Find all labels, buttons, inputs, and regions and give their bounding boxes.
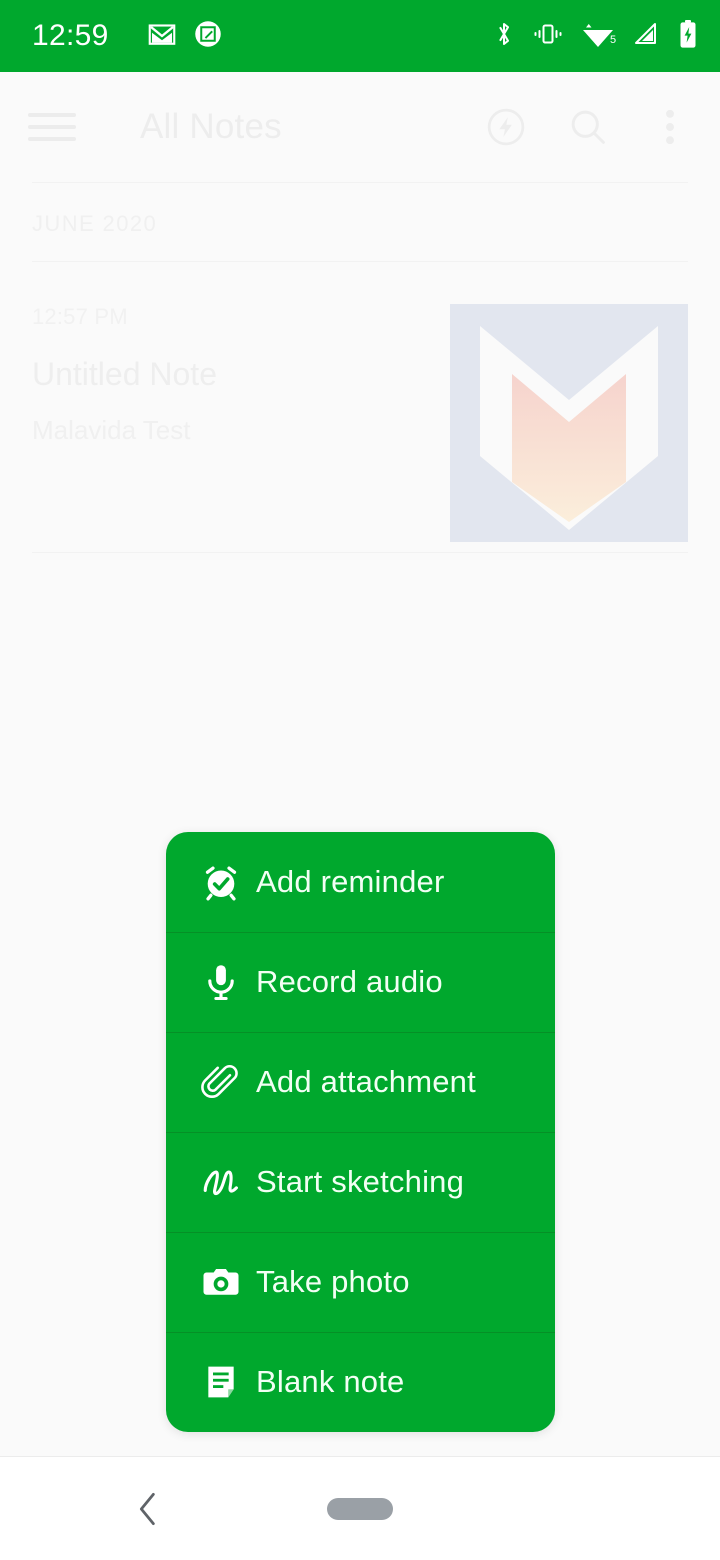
note-text-block: 12:57 PM Untitled Note Malavida Test [32, 304, 430, 552]
quick-note-icon[interactable] [482, 103, 530, 151]
bluetooth-icon [492, 20, 516, 53]
menu-item-record-audio[interactable]: Record audio [166, 932, 555, 1032]
system-navigation-bar [0, 1456, 720, 1560]
menu-item-label: Add reminder [256, 864, 445, 899]
list-item[interactable]: 12:57 PM Untitled Note Malavida Test [0, 262, 720, 552]
home-gesture-pill[interactable] [327, 1497, 393, 1520]
menu-item-add-attachment[interactable]: Add attachment [166, 1032, 555, 1132]
svg-text:5: 5 [610, 34, 616, 46]
hamburger-line [28, 137, 76, 141]
page-title: All Notes [140, 107, 282, 146]
app-bar-actions [482, 103, 694, 151]
note-title: Untitled Note [32, 356, 217, 392]
wifi-icon: 5 [580, 22, 616, 50]
menu-item-label: Blank note [256, 1364, 405, 1399]
overflow-menu-icon[interactable] [646, 103, 694, 151]
menu-item-add-reminder[interactable]: Add reminder [166, 832, 555, 932]
create-note-action-menu: Add reminder Record audio Add attachment [166, 832, 555, 1432]
hamburger-menu-icon[interactable] [28, 107, 82, 147]
note-snippet: Malavida Test [32, 415, 191, 445]
note-icon [188, 1362, 254, 1402]
status-bar-left: 12:59 [32, 19, 223, 54]
menu-item-label: Record audio [256, 964, 443, 999]
vibrate-icon [533, 21, 563, 52]
squiggle-icon [188, 1160, 254, 1204]
menu-item-label: Add attachment [256, 1064, 476, 1099]
hamburger-line [28, 113, 76, 117]
signal-icon [633, 21, 661, 52]
status-bar-clock: 12:59 [32, 19, 109, 52]
gmail-icon [147, 19, 177, 54]
menu-item-take-photo[interactable]: Take photo [166, 1232, 555, 1332]
app-bar: All Notes [0, 72, 720, 182]
screenshot-edit-icon [193, 19, 223, 54]
status-bar-right: 5 [492, 19, 698, 54]
hamburger-line [28, 125, 76, 129]
status-bar: 12:59 5 [0, 0, 720, 72]
menu-item-label: Start sketching [256, 1164, 465, 1199]
menu-item-label: Take photo [256, 1264, 410, 1299]
microphone-icon [188, 961, 254, 1003]
item-divider [32, 552, 688, 553]
alarm-check-icon [188, 861, 254, 903]
menu-item-blank-note[interactable]: Blank note [166, 1332, 555, 1432]
paperclip-icon [188, 1061, 254, 1103]
battery-charging-icon [678, 19, 698, 54]
note-thumbnail [450, 304, 688, 542]
menu-item-start-sketching[interactable]: Start sketching [166, 1132, 555, 1232]
camera-icon [188, 1261, 254, 1303]
note-timestamp: 12:57 PM [32, 304, 128, 329]
back-button[interactable] [120, 1481, 176, 1537]
search-icon[interactable] [564, 103, 612, 151]
month-section-header: JUNE 2020 [32, 211, 158, 236]
